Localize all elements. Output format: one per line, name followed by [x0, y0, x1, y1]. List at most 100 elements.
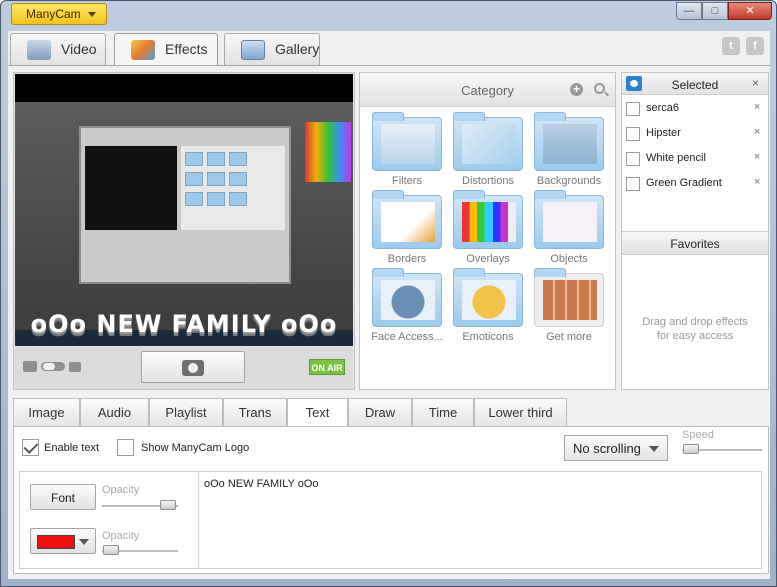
tab-lower-third[interactable]: Lower third: [474, 398, 567, 426]
window-controls: — □ ✕: [676, 2, 772, 20]
effects-panel: oOo NEW FAMILY oOo ON AIR Category + Fil…: [8, 65, 770, 579]
category-filters[interactable]: [372, 112, 442, 171]
category-face-accessories[interactable]: [372, 268, 442, 327]
selected-item[interactable]: Green Gradient ×: [626, 173, 766, 195]
category-backgrounds[interactable]: [534, 112, 604, 171]
tab-draw[interactable]: Draw: [348, 398, 412, 426]
bottom-panel: Image Audio Playlist Trans Text Draw Tim…: [13, 398, 769, 578]
selected-item-label: Green Gradient: [646, 177, 722, 189]
mode-toggle[interactable]: [41, 362, 65, 371]
photo-camera-icon: [69, 361, 81, 372]
show-logo-checkbox[interactable]: [117, 439, 134, 456]
title-bar: ManyCam — □ ✕: [1, 1, 776, 31]
favorites-hint: Drag and drop effects for easy access: [622, 315, 768, 343]
close-button[interactable]: ✕: [728, 2, 772, 20]
category-get-more[interactable]: [534, 268, 604, 327]
tab-video[interactable]: Video: [10, 33, 106, 65]
overlay-text-input[interactable]: oOo NEW FAMILY oOo: [204, 478, 319, 490]
favorites-hint-line: Drag and drop effects: [642, 316, 748, 328]
video-tab-icon: [27, 40, 51, 60]
video-camera-icon: [23, 361, 37, 372]
remove-icon[interactable]: ×: [754, 151, 760, 163]
twitter-icon[interactable]: t: [722, 37, 740, 55]
overlay-text: oOo NEW FAMILY oOo: [30, 310, 338, 338]
camera-toggle[interactable]: [23, 361, 81, 372]
category-borders-label: Borders: [387, 253, 427, 265]
selected-item[interactable]: Hipster ×: [626, 123, 766, 145]
remove-icon[interactable]: ×: [754, 176, 760, 188]
opacity-label: Opacity: [102, 484, 140, 496]
remove-icon[interactable]: ×: [754, 126, 760, 138]
effects-tab-icon: [131, 40, 155, 60]
maximize-button[interactable]: □: [702, 2, 728, 20]
text-settings-panel: Enable text Show ManyCam Logo No scrolli…: [13, 426, 769, 574]
eye-icon[interactable]: [626, 76, 642, 91]
selected-item[interactable]: serca6 ×: [626, 98, 766, 120]
tab-playlist[interactable]: Playlist: [149, 398, 223, 426]
tab-gallery-label: Gallery: [275, 41, 320, 57]
client-area: Video Effects Gallery t f oOo NEW FAMILY…: [8, 31, 770, 579]
font-button[interactable]: Font: [30, 484, 96, 510]
manycam-menu-button[interactable]: ManyCam: [11, 3, 107, 25]
selected-title: Selected: [671, 78, 719, 92]
category-overlays[interactable]: [453, 190, 523, 249]
tab-text[interactable]: Text: [287, 398, 348, 427]
selected-item-checkbox[interactable]: [626, 177, 640, 191]
favorites-hint-line: for easy access: [656, 330, 734, 342]
add-icon[interactable]: +: [570, 83, 583, 96]
category-objects-label: Objects: [550, 253, 588, 265]
category-header: Category +: [360, 73, 615, 107]
favorites-header: Favorites: [622, 231, 768, 255]
speed-label: Speed: [682, 429, 714, 441]
color-palette-image: [305, 122, 351, 182]
enable-text-label: Enable text: [44, 442, 100, 454]
snapshot-button[interactable]: [141, 351, 245, 383]
clear-selected-icon[interactable]: ×: [752, 76, 759, 90]
selected-item[interactable]: White pencil ×: [626, 148, 766, 170]
speed-slider-handle[interactable]: [683, 444, 699, 454]
category-backgrounds-label: Backgrounds: [536, 175, 602, 187]
category-objects[interactable]: [534, 190, 604, 249]
chevron-down-icon: [649, 446, 659, 452]
text-color-picker[interactable]: [30, 528, 96, 554]
category-face-accessories-label: Face Access...: [371, 331, 443, 343]
facebook-icon[interactable]: f: [746, 37, 764, 55]
minimize-button[interactable]: —: [676, 2, 702, 20]
scrolling-select[interactable]: No scrolling: [564, 435, 668, 461]
category-distortions[interactable]: [453, 112, 523, 171]
tab-time[interactable]: Time: [412, 398, 474, 426]
tab-audio[interactable]: Audio: [80, 398, 149, 426]
divider: [198, 472, 199, 568]
nested-manycam-window: [79, 126, 291, 284]
tab-effects[interactable]: Effects: [114, 33, 218, 66]
gallery-tab-icon: [241, 40, 265, 60]
remove-icon[interactable]: ×: [754, 101, 760, 113]
on-air-badge: ON AIR: [309, 359, 345, 375]
category-get-more-label: Get more: [546, 331, 592, 343]
selected-item-label: Hipster: [646, 127, 681, 139]
search-icon[interactable]: [594, 83, 605, 94]
nested-video: [85, 146, 177, 230]
tab-trans[interactable]: Trans: [223, 398, 287, 426]
selected-item-checkbox[interactable]: [626, 152, 640, 166]
color-swatch: [37, 535, 75, 549]
show-logo-label: Show ManyCam Logo: [141, 442, 250, 454]
main-tabs: Video Effects Gallery t f: [8, 31, 770, 66]
video-preview: oOo NEW FAMILY oOo: [15, 74, 353, 346]
selected-item-checkbox[interactable]: [626, 127, 640, 141]
selected-item-checkbox[interactable]: [626, 102, 640, 116]
opacity-label: Opacity: [102, 530, 140, 542]
font-opacity-slider-handle[interactable]: [160, 500, 176, 510]
category-emoticons[interactable]: [453, 268, 523, 327]
text-editor-box: Font Opacity Opacity oOo NEW FAMILY oOo: [19, 471, 762, 569]
video-preview-panel: oOo NEW FAMILY oOo ON AIR: [13, 72, 355, 390]
enable-text-checkbox[interactable]: [22, 439, 39, 456]
tab-gallery[interactable]: Gallery: [224, 33, 320, 65]
selected-item-label: serca6: [646, 102, 680, 114]
category-filters-label: Filters: [392, 175, 422, 187]
chevron-down-icon: [79, 539, 89, 545]
selected-item-label: White pencil: [646, 152, 706, 164]
tab-image[interactable]: Image: [13, 398, 80, 426]
color-opacity-slider-handle[interactable]: [103, 545, 119, 555]
category-borders[interactable]: [372, 190, 442, 249]
